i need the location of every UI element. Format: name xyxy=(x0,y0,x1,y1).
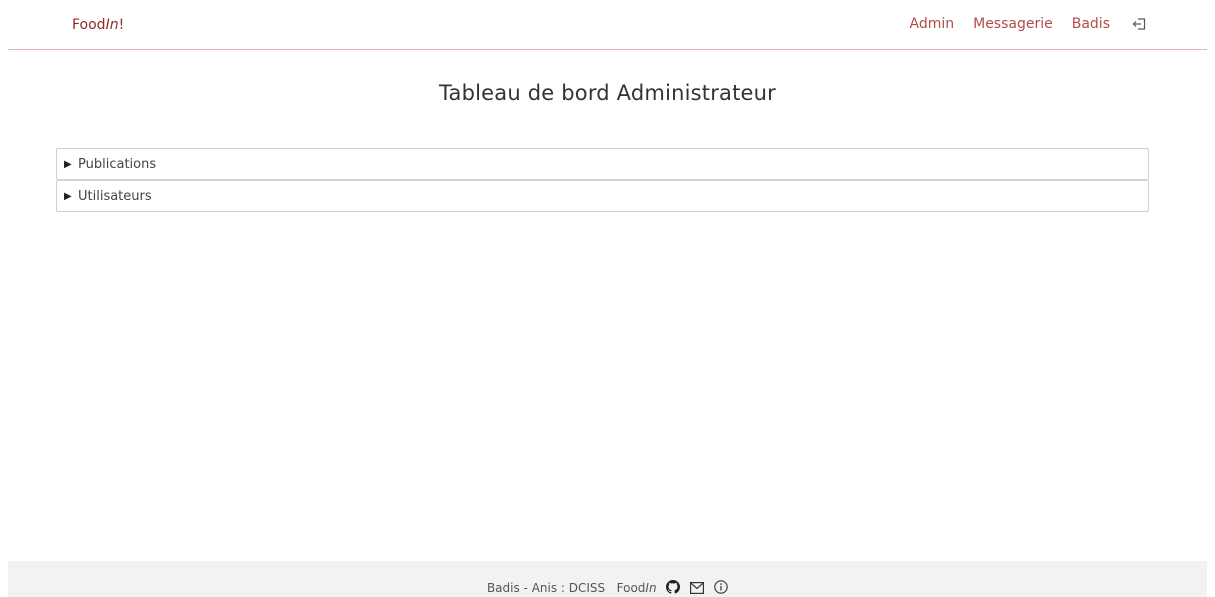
navbar: FoodIn! Admin Messagerie Badis xyxy=(8,0,1207,50)
info-icon-svg xyxy=(714,580,728,594)
logout-icon-svg xyxy=(1132,18,1145,30)
triangle-right-icon: ▶ xyxy=(64,158,72,170)
footer-content: Badis - Anis : DCISS FoodIn xyxy=(8,580,1207,597)
accordion-utilisateurs[interactable]: ▶ Utilisateurs xyxy=(56,180,1149,212)
nav-link-user[interactable]: Badis xyxy=(1072,16,1110,32)
accordion-label-utilisateurs: Utilisateurs xyxy=(78,188,152,204)
mail-icon[interactable] xyxy=(690,582,705,597)
logout-icon[interactable] xyxy=(1131,16,1147,32)
brand-italic: In xyxy=(105,17,119,33)
brand-logo[interactable]: FoodIn! xyxy=(72,17,124,33)
info-icon[interactable] xyxy=(714,580,728,597)
brand-suffix: ! xyxy=(118,17,125,33)
footer-authors: Badis - Anis : DCISS xyxy=(486,581,606,595)
footer-brand: FoodIn xyxy=(617,581,657,595)
brand-text: Food xyxy=(72,17,106,33)
github-icon-svg xyxy=(666,580,681,594)
nav-link-messagerie[interactable]: Messagerie xyxy=(973,16,1053,32)
accordion-publications[interactable]: ▶ Publications xyxy=(56,148,1149,180)
accordion-label-publications: Publications xyxy=(78,156,157,172)
triangle-right-icon: ▶ xyxy=(64,190,72,202)
admin-accordion: ▶ Publications ▶ Utilisateurs xyxy=(56,148,1149,212)
mail-icon-svg xyxy=(690,582,705,595)
nav-links: Admin Messagerie Badis xyxy=(909,16,1147,32)
page-title: Tableau de bord Administrateur xyxy=(438,81,777,105)
footer-brand-text: Food xyxy=(616,581,646,595)
footer: Badis - Anis : DCISS FoodIn xyxy=(8,561,1207,597)
nav-link-admin[interactable]: Admin xyxy=(909,16,954,32)
footer-brand-italic: In xyxy=(645,581,657,595)
github-icon[interactable] xyxy=(666,580,681,597)
